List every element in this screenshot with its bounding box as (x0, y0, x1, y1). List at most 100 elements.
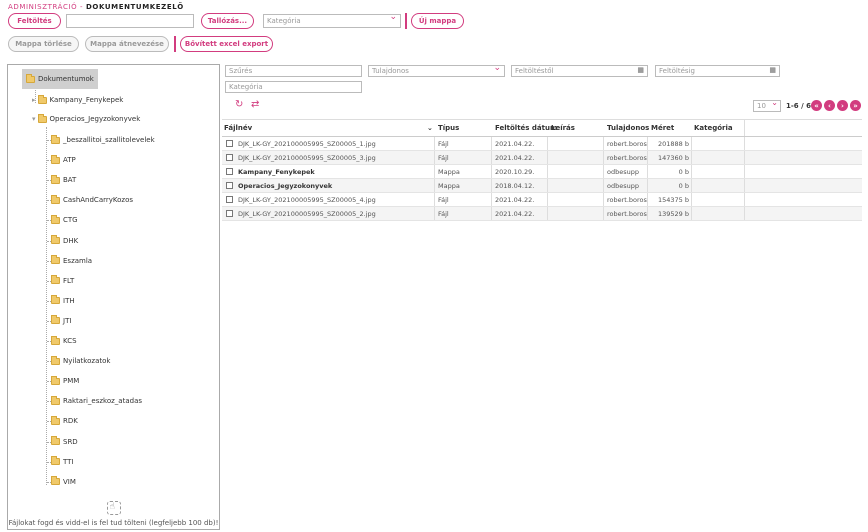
tree-item[interactable]: Raktari_eszkoz_atadas (51, 395, 142, 407)
tree-item[interactable]: VIM (51, 476, 76, 488)
cell-size: 0 b (678, 168, 689, 176)
tree-item[interactable]: Nyilatkozatok (51, 355, 110, 367)
table-row[interactable]: DJK_LK-GY_202100005995_SZ00005_3.jpg Fájl… (222, 151, 862, 165)
folder-icon (51, 395, 60, 405)
tree-item[interactable]: SRD (51, 436, 78, 448)
table-row[interactable]: DJK_LK-GY_202100005995_SZ00005_1.jpg Fájl… (222, 137, 862, 151)
column-divider (691, 137, 692, 150)
column-divider (547, 207, 548, 220)
category-select[interactable]: Kategória (263, 12, 401, 28)
column-divider (547, 179, 548, 192)
cell-name[interactable]: DJK_LK-GY_202100005995_SZ00005_3.jpg (238, 154, 376, 162)
row-checkbox[interactable] (226, 182, 233, 189)
upload-from-date[interactable]: Feltöltéstől ▦ (511, 65, 648, 77)
column-header-type[interactable]: Típus (438, 124, 459, 132)
tree-root[interactable]: Dokumentumok (22, 69, 98, 89)
calendar-icon[interactable]: ▦ (637, 66, 644, 74)
category-filter-input[interactable]: Kategória (225, 81, 362, 93)
row-checkbox[interactable] (226, 168, 233, 175)
tree-item[interactable]: CashAndCarryKozos (51, 194, 133, 206)
column-divider (491, 179, 492, 192)
folder-icon (51, 134, 60, 144)
owner-select[interactable]: Tulajdonos (368, 63, 505, 77)
tree-item[interactable]: TTI (51, 456, 74, 468)
row-checkbox[interactable] (226, 140, 233, 147)
expand-icon[interactable]: ▸ (32, 96, 36, 104)
column-header-desc[interactable]: Leírás (551, 124, 575, 132)
column-divider (647, 165, 648, 178)
cell-name[interactable]: Operacios_Jegyzokonyvek (238, 182, 332, 190)
cell-name[interactable]: Kampany_Fenykepek (238, 168, 315, 176)
first-page-icon[interactable]: « (811, 100, 822, 111)
tree-item[interactable]: ▾ Operacios_Jegyzokonyvek (32, 113, 140, 125)
column-header-name[interactable]: Fájlnév (224, 124, 252, 132)
table-row[interactable]: Kampany_Fenykepek Mappa 2020.10.29. odbesup… (222, 165, 862, 179)
column-header-owner[interactable]: Tulajdonos (607, 124, 649, 132)
column-header-size[interactable]: Méret (651, 124, 674, 132)
rename-folder-button[interactable]: Mappa átnevezése (85, 36, 169, 52)
row-checkbox[interactable] (226, 210, 233, 217)
column-divider (434, 151, 435, 164)
tree-item[interactable]: ATP (51, 154, 76, 166)
tree-item[interactable]: JTI (51, 315, 71, 327)
collapse-icon[interactable]: ▾ (32, 115, 36, 123)
search-input[interactable]: Szűrés (225, 65, 362, 77)
column-divider (434, 193, 435, 206)
file-path-field[interactable] (66, 14, 194, 28)
drop-hint: Fájlokat fogd és vidd-el is fel tud tölt… (8, 519, 219, 527)
cell-name[interactable]: DJK_LK-GY_202100005995_SZ00005_4.jpg (238, 196, 376, 204)
column-header-date[interactable]: Feltöltés dátum (495, 124, 557, 132)
folder-icon (51, 174, 60, 184)
excel-export-button[interactable]: Bővített excel export (180, 36, 273, 52)
refresh-icon[interactable]: ↻ (235, 99, 243, 110)
tree-item[interactable]: ▸ Kampany_Fenykepek (32, 94, 123, 106)
cell-size: 154375 b (657, 196, 689, 204)
swap-icon[interactable]: ⇄ (251, 99, 259, 110)
tree-item-label: Kampany_Fenykepek (49, 96, 124, 104)
cell-name[interactable]: DJK_LK-GY_202100005995_SZ00005_1.jpg (238, 140, 376, 148)
tree-item-label: TTI (63, 457, 74, 466)
tree-item[interactable]: BAT (51, 174, 76, 186)
tree-item[interactable]: RDK (51, 415, 78, 427)
drop-area[interactable]: Fájlokat fogd és vidd-el is fel tud tölt… (8, 501, 219, 527)
tree-item[interactable]: PMM (51, 375, 79, 387)
cell-size: 147360 b (657, 154, 689, 162)
tree-item-label: RDK (63, 417, 78, 426)
table-row[interactable]: Operacios_Jegyzokonyvek Mappa 2018.04.12. o… (222, 179, 862, 193)
folder-icon (51, 194, 60, 204)
tree-item[interactable]: FLT (51, 275, 74, 287)
tree-item[interactable]: DHK (51, 235, 78, 247)
tree-item[interactable]: CTG (51, 214, 78, 226)
sort-desc-icon[interactable]: ⌄ (427, 124, 433, 132)
cell-type: Fájl (438, 210, 449, 218)
tree-item[interactable]: ITH (51, 295, 75, 307)
upload-button[interactable]: Feltöltés (8, 13, 61, 29)
upload-to-date[interactable]: Feltöltésig ▦ (655, 65, 780, 77)
prev-page-icon[interactable]: ‹ (824, 100, 835, 111)
breadcrumb-section[interactable]: ADMINISZTRÁCIÓ (8, 3, 77, 11)
next-page-icon[interactable]: › (837, 100, 848, 111)
table-row[interactable]: DJK_LK-GY_202100005995_SZ00005_2.jpg Fájl… (222, 207, 862, 221)
cell-size: 201888 b (657, 140, 689, 148)
column-divider (744, 193, 745, 206)
delete-folder-button[interactable]: Mappa törlése (8, 36, 79, 52)
last-page-icon[interactable]: » (850, 100, 861, 111)
tree-item[interactable]: _beszallitoi_szallitolevelek (51, 134, 155, 146)
cell-date: 2021.04.22. (495, 140, 535, 148)
cell-owner: robert.boros (607, 210, 647, 218)
browse-button[interactable]: Tallózás... (201, 13, 254, 29)
cell-name[interactable]: DJK_LK-GY_202100005995_SZ00005_2.jpg (238, 210, 376, 218)
column-divider (547, 165, 548, 178)
row-checkbox[interactable] (226, 154, 233, 161)
page-size-select[interactable]: 10 (753, 98, 781, 112)
column-header-category[interactable]: Kategória (694, 124, 733, 132)
toolbar-divider (405, 13, 407, 29)
tree-item[interactable]: KCS (51, 335, 77, 347)
cell-size: 0 b (678, 182, 689, 190)
new-folder-button[interactable]: Új mappa (411, 13, 464, 29)
row-checkbox[interactable] (226, 196, 233, 203)
breadcrumb: ADMINISZTRÁCIÓ - DOKUMENTUMKEZELŐ (8, 3, 184, 11)
table-row[interactable]: DJK_LK-GY_202100005995_SZ00005_4.jpg Fájl… (222, 193, 862, 207)
calendar-icon[interactable]: ▦ (769, 66, 776, 74)
tree-item[interactable]: Eszamla (51, 255, 92, 267)
